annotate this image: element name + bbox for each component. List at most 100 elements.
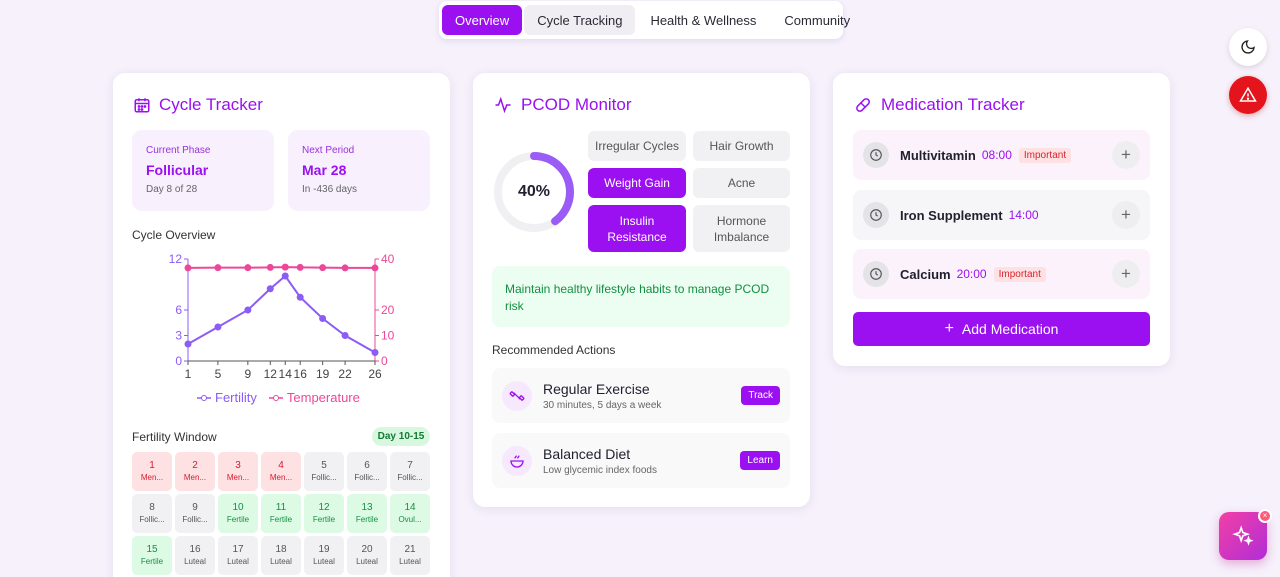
tab-community[interactable]: Community: [771, 5, 863, 35]
learn-button[interactable]: Learn: [740, 451, 780, 470]
theme-toggle-button[interactable]: [1229, 28, 1267, 66]
clock-icon: [863, 202, 889, 228]
calendar-day[interactable]: 4 Men...: [261, 452, 301, 491]
calendar-day[interactable]: 1 Men...: [132, 452, 172, 491]
calendar-day[interactable]: 16 Luteal: [175, 536, 215, 575]
fertility-point: [281, 272, 289, 280]
day-number: 2: [192, 459, 198, 471]
x-tick-label: 16: [294, 367, 308, 381]
symptom-hair-growth[interactable]: Hair Growth: [693, 131, 790, 161]
day-phase: Fertile: [226, 514, 250, 524]
day-number: 16: [189, 543, 201, 555]
calendar-day[interactable]: 8 Follic...: [132, 494, 172, 533]
day-phase: Luteal: [356, 556, 378, 566]
ai-assistant-button[interactable]: ×: [1219, 509, 1272, 560]
add-dose-button[interactable]: +: [1112, 260, 1140, 288]
add-medication-label: Add Medication: [961, 321, 1059, 337]
legend-fertility-label: Fertility: [215, 390, 257, 405]
fertility-point: [341, 332, 349, 339]
plus-icon: +: [1121, 264, 1131, 283]
day-phase: Follic...: [311, 472, 337, 482]
symptom-weight-gain[interactable]: Weight Gain: [588, 168, 686, 198]
medication-tracker-title: Medication Tracker: [853, 95, 1025, 115]
day-phase: Fertile: [269, 514, 293, 524]
current-phase-box: Current Phase Follicular Day 8 of 28: [132, 130, 274, 211]
next-period-box: Next Period Mar 28 In -436 days: [288, 130, 430, 211]
clock-icon: [863, 142, 889, 168]
warning-icon: [1239, 86, 1257, 102]
day-phase: Fertile: [312, 514, 336, 524]
x-tick-label: 9: [244, 367, 251, 381]
add-medication-button[interactable]: + Add Medication: [853, 312, 1150, 346]
day-number: 21: [404, 543, 416, 555]
calendar-day[interactable]: 12 Fertile: [304, 494, 344, 533]
day-number: 17: [232, 543, 244, 555]
calendar-day[interactable]: 17 Luteal: [218, 536, 258, 575]
action-text: Balanced Diet Low glycemic index foods: [543, 446, 740, 476]
symptom-acne[interactable]: Acne: [693, 168, 790, 198]
fertility-point: [296, 293, 304, 301]
pcod-monitor-heading: PCOD Monitor: [521, 95, 632, 114]
legend-temperature-label: Temperature: [286, 390, 360, 405]
fertility-point: [266, 285, 274, 293]
medication-name: Iron Supplement: [900, 207, 1003, 223]
tab-health-wellness[interactable]: Health & Wellness: [637, 5, 769, 35]
calendar-day[interactable]: 15 Fertile: [132, 536, 172, 575]
add-dose-button[interactable]: +: [1112, 141, 1140, 169]
legend-temperature: Temperature: [268, 390, 360, 405]
calendar-day[interactable]: 10 Fertile: [218, 494, 258, 533]
calendar-day[interactable]: 14 Ovul...: [390, 494, 430, 533]
add-dose-button[interactable]: +: [1112, 201, 1140, 229]
calendar-day[interactable]: 19 Luteal: [304, 536, 344, 575]
clock-icon: [863, 261, 889, 287]
day-number: 12: [318, 501, 330, 513]
emergency-alert-button[interactable]: [1229, 76, 1267, 114]
action-subtitle: 30 minutes, 5 days a week: [543, 399, 662, 411]
medication-name: Calcium: [900, 266, 951, 282]
cycle-tracker-title: Cycle Tracker: [133, 95, 263, 115]
calendar-day[interactable]: 7 Follic...: [390, 452, 430, 491]
calendar-day[interactable]: 13 Fertile: [347, 494, 387, 533]
calendar-day[interactable]: 6 Follic...: [347, 452, 387, 491]
next-period-sub: In -436 days: [302, 184, 358, 195]
tab-overview[interactable]: Overview: [442, 5, 523, 35]
calendar-day[interactable]: 5 Follic...: [304, 452, 344, 491]
medication-time: 14:00: [1008, 208, 1039, 222]
y-right-tick-label: 40: [381, 252, 395, 266]
x-tick-label: 1: [185, 367, 192, 381]
cycle-tracker-card: Cycle Tracker Current Phase Follicular D…: [113, 73, 450, 577]
calendar-day[interactable]: 18 Luteal: [261, 536, 301, 575]
next-period-value: Mar 28: [302, 162, 347, 178]
pcod-monitor-title: PCOD Monitor: [493, 95, 632, 115]
symptom-irregular-cycles[interactable]: Irregular Cycles: [588, 131, 686, 161]
legend-temperature-marker: [268, 394, 283, 401]
temperature-point: [184, 264, 192, 272]
y-right-tick-label: 10: [381, 329, 395, 343]
calendar-day[interactable]: 3 Men...: [218, 452, 258, 491]
symptom-hormone-imbalance[interactable]: Hormone Imbalance: [693, 205, 790, 252]
symptom-insulin-resistance[interactable]: Insulin Resistance: [588, 205, 686, 252]
current-phase-value: Follicular: [146, 162, 209, 178]
plus-icon: +: [1121, 205, 1131, 224]
day-phase: Men...: [226, 472, 250, 482]
fertility-window-badge: Day 10-15: [372, 427, 430, 446]
day-number: 8: [149, 501, 155, 513]
day-number: 15: [146, 543, 158, 555]
cycle-overview-chart: 0361201020401 5 9 12 14 16 19 22 26: [169, 252, 395, 381]
fertility-line: [187, 274, 376, 354]
calendar-day[interactable]: 21 Luteal: [390, 536, 430, 575]
track-button[interactable]: Track: [741, 386, 780, 405]
fertility-point: [371, 349, 379, 356]
calendar-day[interactable]: 20 Luteal: [347, 536, 387, 575]
close-icon[interactable]: ×: [1258, 509, 1272, 523]
calendar-day[interactable]: 2 Men...: [175, 452, 215, 491]
temperature-point: [266, 263, 274, 271]
calendar-day[interactable]: 9 Follic...: [175, 494, 215, 533]
tab-cycle-tracking[interactable]: Cycle Tracking: [524, 5, 636, 35]
calendar-icon: [134, 98, 150, 113]
cycle-overview-label: Cycle Overview: [132, 228, 216, 242]
action-title: Balanced Diet: [543, 445, 631, 462]
day-number: 4: [278, 459, 284, 471]
calendar-day[interactable]: 11 Fertile: [261, 494, 301, 533]
action-regular-exercise: Regular Exercise 30 minutes, 5 days a we…: [492, 368, 790, 423]
